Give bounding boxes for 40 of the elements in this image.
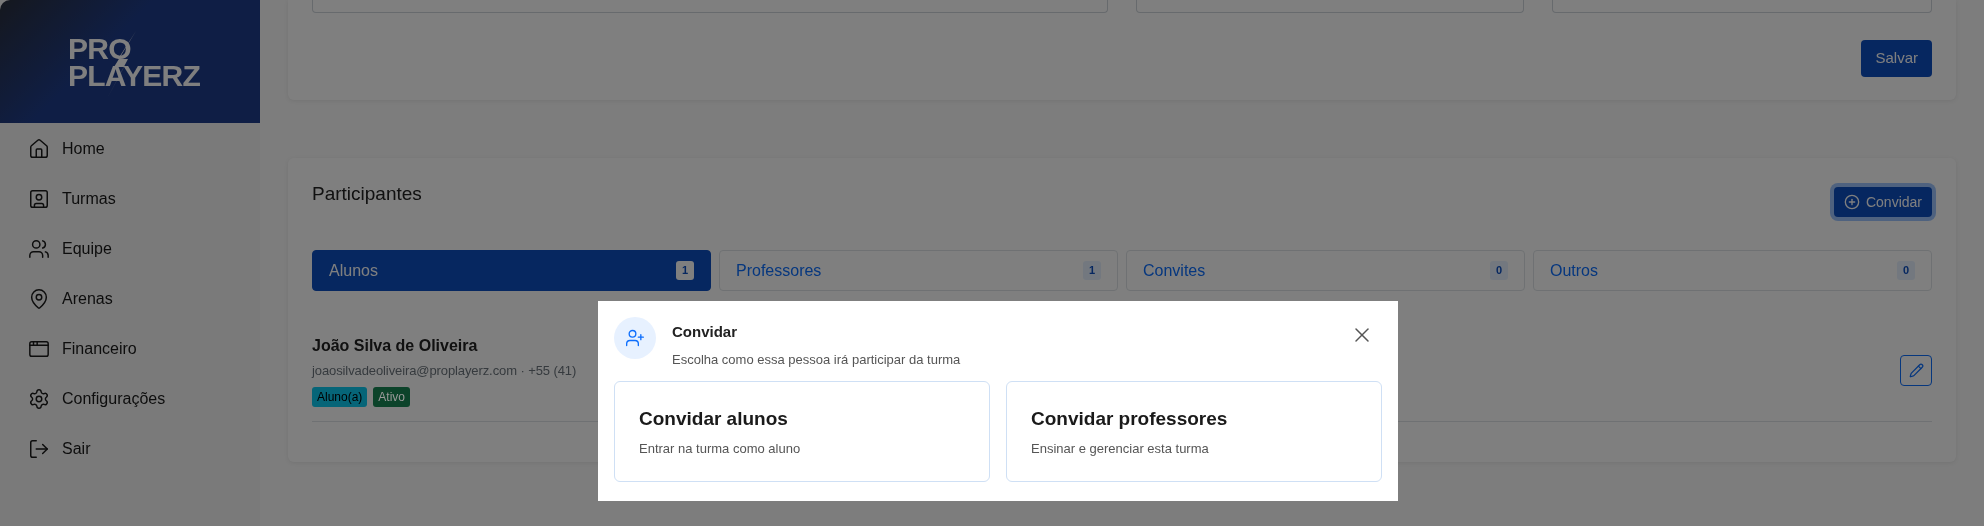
count-badge: 0 — [1489, 261, 1508, 280]
option-card[interactable]: Convidar alunos Entrar na turma como aluno — [614, 381, 990, 482]
tab[interactable]: Convites 0 — [1126, 250, 1525, 291]
map-pin-icon — [28, 288, 50, 310]
sidebar-item[interactable]: Arenas — [0, 274, 260, 324]
home-icon — [28, 138, 50, 160]
count-badge: 0 — [1896, 261, 1915, 280]
add-user-icon — [625, 328, 645, 348]
section-title: Participantes — [312, 182, 422, 206]
status-tag: Ativo — [373, 386, 411, 407]
count-badge: 1 — [1082, 261, 1101, 280]
sidebar-item[interactable]: Turmas — [0, 174, 260, 224]
settings-icon — [28, 388, 50, 410]
status-tag: Aluno(a) — [312, 386, 368, 407]
tab[interactable]: Outros 0 — [1533, 250, 1932, 291]
dialog-subtitle: Escolha como essa pessoa irá participar da turma — [672, 350, 962, 369]
participant-contact: joaosilvadeoliveira@proplayerz.com · +55 (41) — [312, 362, 577, 380]
input-field[interactable] — [1136, 0, 1524, 13]
plus-circle-icon — [1843, 194, 1860, 210]
logo: PRO PLAYERZ — [60, 34, 200, 89]
tab[interactable]: Alunos 1 — [312, 250, 711, 291]
sidebar-item[interactable]: Home — [0, 124, 260, 174]
logout-icon — [28, 438, 50, 460]
window-icon — [28, 338, 50, 360]
count-badge: 1 — [675, 261, 694, 280]
input-field[interactable] — [1552, 0, 1932, 13]
tab[interactable]: Professores 1 — [719, 250, 1118, 291]
option-card[interactable]: Convidar professores Ensinar e gerenciar esta turma — [1006, 381, 1382, 482]
sidebar-item[interactable]: Equipe — [0, 224, 260, 274]
input-field[interactable] — [312, 0, 1108, 13]
save-button[interactable]: Salvar — [1861, 40, 1932, 77]
participant-name: João Silva de Oliveira — [312, 336, 479, 356]
dialog-title: Convidar — [672, 322, 738, 342]
sidebar-item[interactable]: Configurações — [0, 374, 260, 424]
sidebar-item[interactable]: Sair — [0, 424, 260, 474]
users-icon — [28, 238, 50, 260]
pencil-icon — [1908, 362, 1924, 378]
sidebar-item[interactable]: Financeiro — [0, 324, 260, 374]
edit-button[interactable] — [1900, 354, 1932, 386]
person-card-icon — [28, 188, 50, 210]
